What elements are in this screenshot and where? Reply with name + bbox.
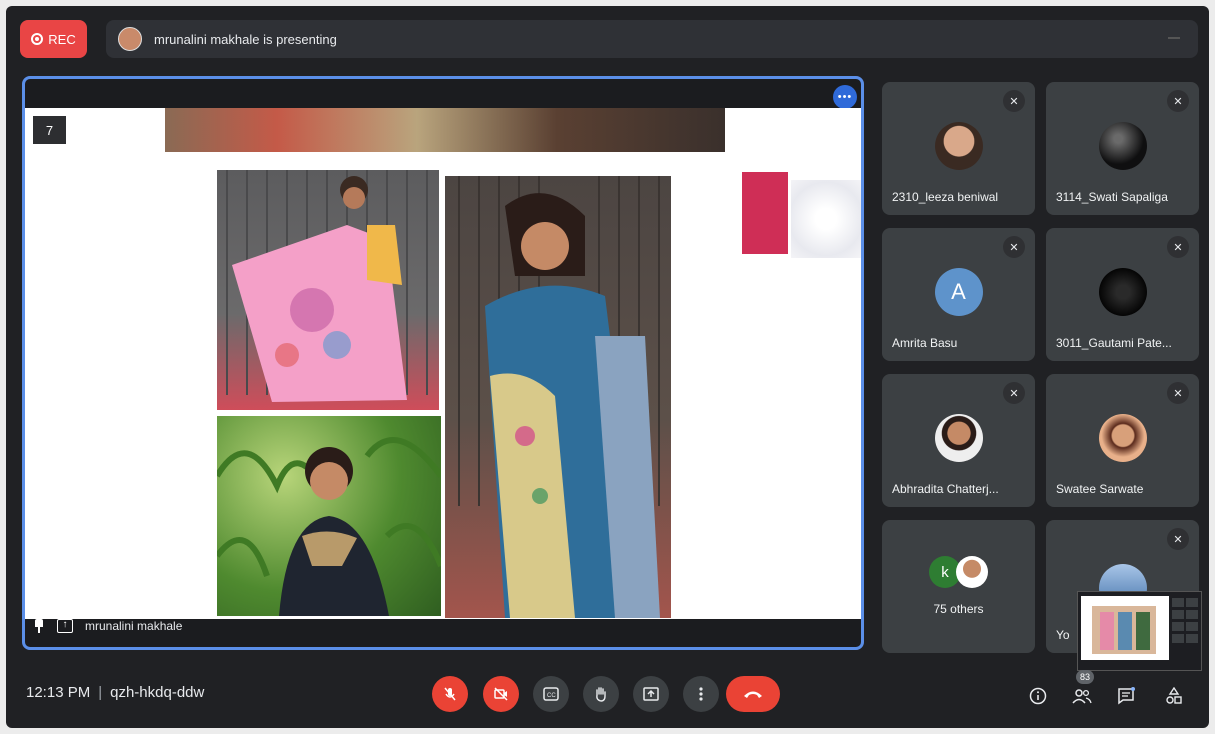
presenting-banner: mrunalini makhale is presenting	[106, 20, 1198, 58]
more-options-button[interactable]	[683, 676, 719, 712]
activities-icon	[1166, 687, 1182, 704]
self-view-preview[interactable]	[1077, 591, 1202, 671]
present-icon	[643, 687, 659, 701]
participant-name: Abhradita Chatterj...	[892, 482, 999, 496]
presenting-text: mrunalini makhale is presenting	[154, 31, 337, 47]
mic-off-icon: ✕	[1003, 382, 1025, 404]
self-view-thumbnail	[1081, 596, 1198, 660]
others-tile[interactable]: k 75 others	[882, 520, 1035, 653]
present-to-all-icon[interactable]: ↑	[57, 619, 73, 633]
mic-off-icon: ✕	[1167, 528, 1189, 550]
meet-window: REC mrunalini makhale is presenting ••• …	[6, 6, 1209, 728]
mic-off-icon: ✕	[1003, 90, 1025, 112]
minimize-icon[interactable]	[1168, 37, 1180, 39]
people-button[interactable]	[1072, 686, 1092, 706]
tile-more-button[interactable]: •••	[833, 85, 857, 109]
participant-tile[interactable]: ✕ 3011_Gautami Pate...	[1046, 228, 1199, 361]
slide-glow-decoration	[791, 180, 861, 258]
raise-hand-button[interactable]	[583, 676, 619, 712]
photo-pink-illustration	[226, 170, 428, 402]
camera-off-icon	[494, 687, 508, 701]
recording-indicator[interactable]: REC	[20, 20, 87, 58]
participant-avatar	[1098, 414, 1147, 462]
leave-call-button[interactable]	[726, 676, 780, 712]
present-now-button[interactable]	[633, 676, 669, 712]
meeting-info: 12:13 PM | qzh-hkdq-ddw	[26, 684, 204, 701]
clock-time: 12:13 PM	[26, 684, 91, 701]
slide-banner-photo	[165, 108, 725, 152]
saree-photo-blue	[445, 176, 671, 618]
record-icon	[31, 33, 44, 45]
participant-name: Swatee Sarwate	[1056, 482, 1144, 496]
screen-share-tile[interactable]: ••• 7 ↑ mrunalini makhale	[22, 76, 864, 650]
raise-hand-icon	[596, 687, 606, 702]
meeting-code: qzh-hkdq-ddw	[110, 684, 205, 701]
participant-avatar	[1098, 268, 1147, 316]
participant-avatar	[1098, 122, 1147, 170]
info-icon	[1029, 687, 1047, 705]
photo-green-illustration	[217, 437, 441, 616]
photo-blue-illustration	[458, 176, 660, 618]
mic-off-icon: ✕	[1167, 382, 1189, 404]
camera-toggle-button[interactable]	[483, 676, 519, 712]
activities-button[interactable]	[1164, 686, 1184, 706]
mic-off-icon: ✕	[1003, 236, 1025, 258]
participant-tile[interactable]: ✕ 2310_leeza beniwal	[882, 82, 1035, 215]
people-icon	[1072, 689, 1092, 704]
participant-tile[interactable]: ✕ Swatee Sarwate	[1046, 374, 1199, 507]
slide-number: 7	[33, 116, 66, 144]
participant-tile[interactable]: ✕ Abhradita Chatterj...	[882, 374, 1035, 507]
rec-label: REC	[48, 31, 76, 47]
bottom-bar: 12:13 PM | qzh-hkdq-ddw CC 83	[6, 666, 1209, 728]
presentation-slide: 7	[25, 108, 861, 619]
participant-tile[interactable]: ✕ 3114_Swati Sapaliga	[1046, 82, 1199, 215]
mic-off-icon: ✕	[1167, 236, 1189, 258]
participant-name: 3114_Swati Sapaliga	[1056, 190, 1168, 204]
chat-button[interactable]	[1116, 686, 1136, 706]
participant-count-badge: 83	[1076, 670, 1094, 684]
captions-button[interactable]: CC	[533, 676, 569, 712]
pin-icon[interactable]	[33, 619, 45, 633]
meeting-details-button[interactable]	[1028, 686, 1048, 706]
self-name: Yo	[1056, 628, 1070, 642]
saree-photo-green	[217, 416, 441, 616]
presenter-name: mrunalini makhale	[85, 619, 183, 633]
separator: |	[98, 684, 103, 701]
slide-color-swatch	[742, 172, 788, 254]
share-footer: ↑ mrunalini makhale	[33, 615, 182, 637]
mic-off-icon	[444, 687, 456, 701]
participant-name: 2310_leeza beniwal	[892, 190, 999, 204]
svg-text:CC: CC	[547, 693, 556, 699]
others-count: 75 others	[933, 602, 984, 616]
participant-avatar	[934, 414, 983, 462]
chat-icon	[1118, 687, 1135, 705]
presenter-avatar	[118, 27, 142, 51]
saree-photo-pink	[217, 170, 439, 410]
captions-icon: CC	[543, 687, 559, 701]
mic-toggle-button[interactable]	[432, 676, 468, 712]
others-avatar-photo	[956, 556, 988, 588]
participant-name: 3011_Gautami Pate...	[1056, 336, 1172, 350]
participant-avatar	[934, 122, 983, 170]
more-vert-icon	[699, 687, 703, 701]
participant-tile[interactable]: ✕ A Amrita Basu	[882, 228, 1035, 361]
participant-avatar: A	[934, 268, 983, 316]
end-call-icon	[744, 691, 762, 698]
mic-off-icon: ✕	[1167, 90, 1189, 112]
participant-name: Amrita Basu	[892, 336, 958, 350]
top-bar: REC mrunalini makhale is presenting	[20, 20, 1198, 60]
